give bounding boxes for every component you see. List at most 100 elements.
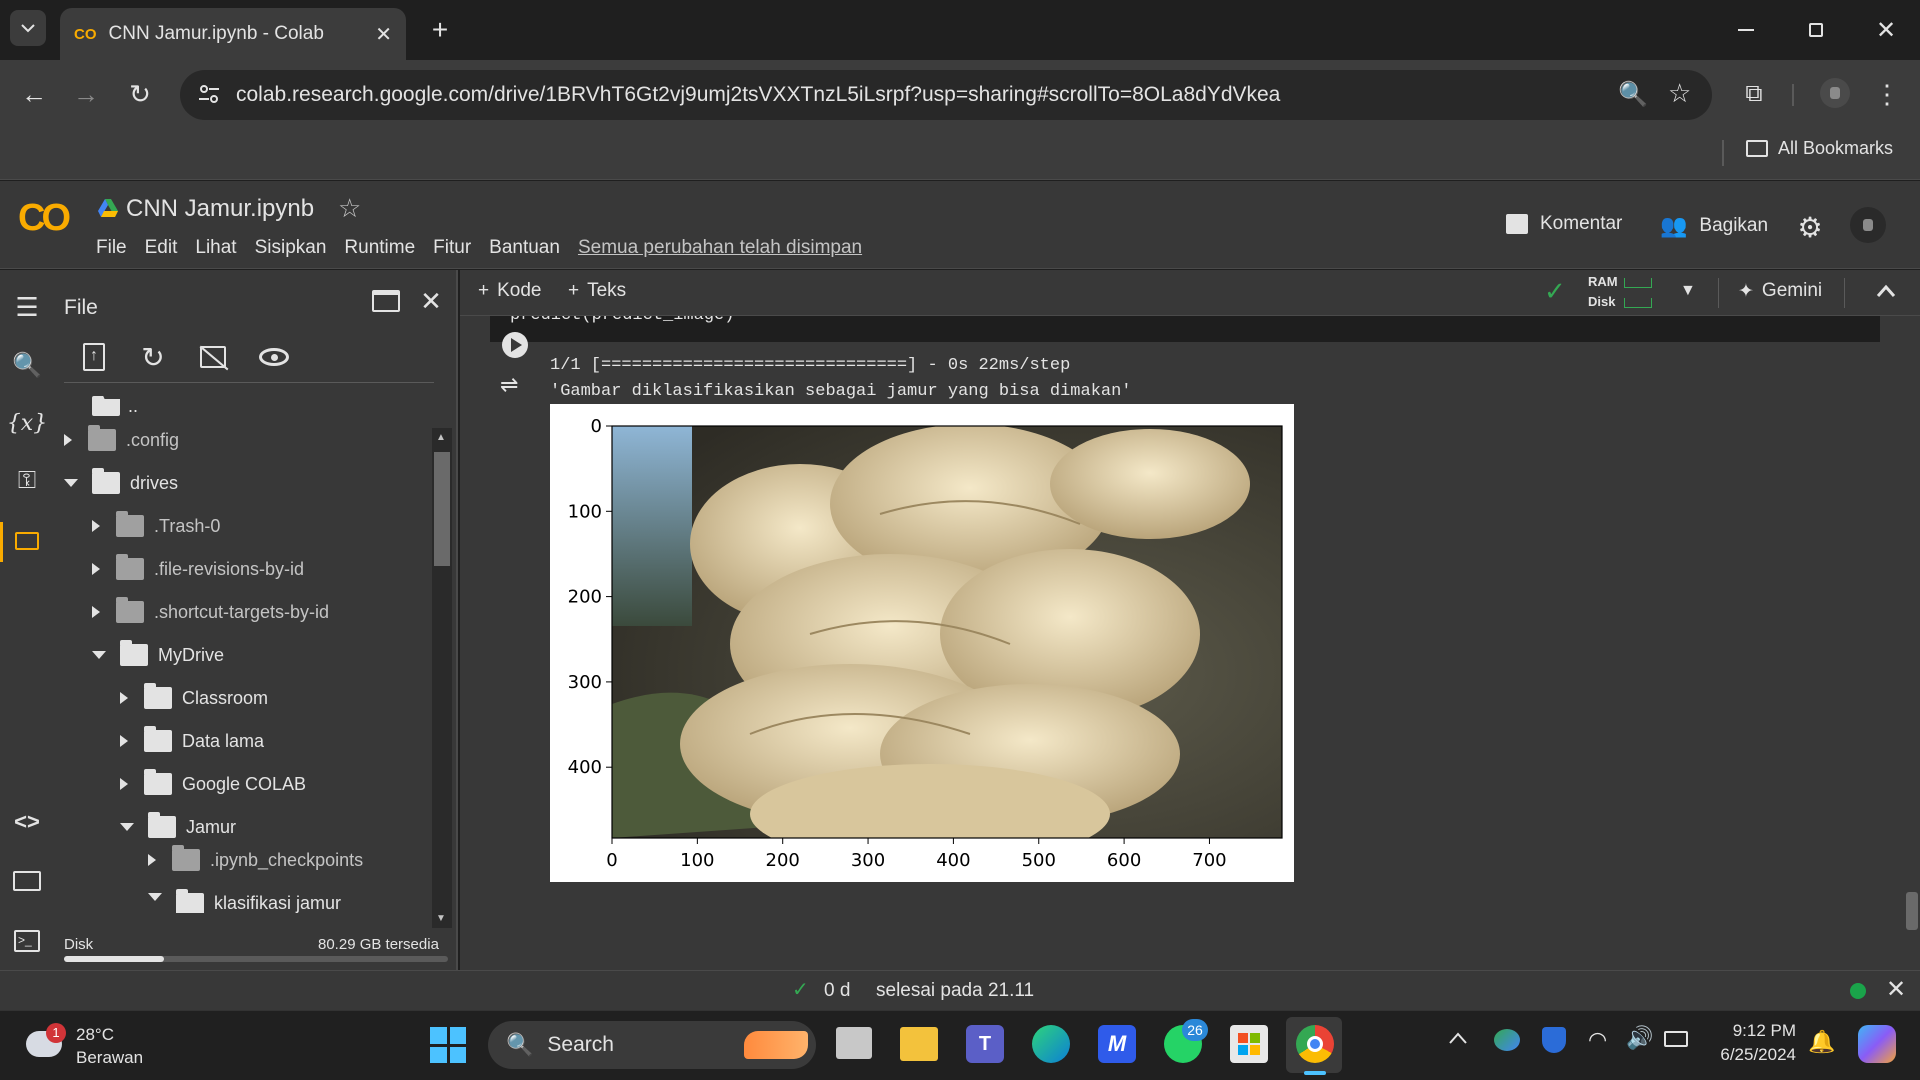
collapse-arrow-icon[interactable] [92,651,106,659]
app-m-icon[interactable]: M [1098,1025,1136,1063]
all-bookmarks-button[interactable]: All Bookmarks [1746,138,1893,159]
gemini-button[interactable]: ✦ Gemini [1738,280,1822,303]
tree-item-shortcut-targets[interactable]: .shortcut-targets-by-id [92,592,329,632]
terminal-icon[interactable]: >_ [10,924,44,958]
menu-runtime[interactable]: Runtime [344,237,415,259]
tree-item-config[interactable]: .config [64,420,179,460]
variables-icon[interactable]: {x} [7,406,47,440]
menu-tools[interactable]: Fitur [433,237,471,259]
comment-button[interactable]: Komentar [1506,213,1622,235]
tree-item-data-lama[interactable]: Data lama [120,721,264,761]
runtime-dropdown-icon[interactable]: ▼ [1680,282,1696,300]
share-button[interactable]: 👥 Bagikan [1660,213,1768,239]
zoom-icon[interactable]: 🔍 [1618,80,1648,109]
secrets-key-icon[interactable]: ⚿ [10,464,44,498]
settings-gear-icon[interactable]: ⚙ [1794,211,1826,243]
tray-app-icon[interactable] [1494,1029,1520,1051]
tab-list-chevron-icon[interactable] [10,10,46,46]
weather-widget[interactable]: 1 28°C Berawan [26,1021,166,1071]
tree-item-jamur[interactable]: Jamur [120,807,236,840]
microsoft-store-icon[interactable] [1230,1025,1268,1063]
task-view-icon[interactable] [836,1027,872,1059]
collapse-arrow-icon[interactable] [120,823,134,831]
expand-arrow-icon[interactable] [92,520,100,532]
tray-security-icon[interactable] [1542,1027,1566,1053]
expand-arrow-icon[interactable] [120,778,128,790]
start-windows-icon[interactable] [430,1027,466,1063]
copilot-icon[interactable] [1858,1025,1896,1063]
panel-close-icon[interactable]: ✕ [416,286,446,316]
menu-view[interactable]: Lihat [195,237,236,259]
expand-arrow-icon[interactable] [120,692,128,704]
site-settings-icon[interactable] [198,84,220,104]
file-explorer-icon[interactable] [900,1027,938,1061]
tab-close-icon[interactable]: ✕ [375,22,392,47]
tray-overflow-chevron-icon[interactable] [1448,1031,1468,1045]
run-cell-button[interactable] [502,332,528,358]
tree-item-ipynb-checkpoints[interactable]: .ipynb_checkpoints [148,840,363,880]
forward-arrow-icon[interactable]: → [66,74,106,114]
tree-item-file-revisions[interactable]: .file-revisions-by-id [92,549,304,589]
menu-insert[interactable]: Sisipkan [255,237,327,259]
status-close-icon[interactable]: ✕ [1886,975,1906,1004]
browser-tab-active[interactable]: CO CNN Jamur.ipynb - Colab ✕ [60,8,406,60]
add-text-button[interactable]: + Teks [568,280,626,302]
clock-date[interactable]: 6/25/2024 [1710,1045,1796,1065]
files-folder-icon[interactable] [10,524,44,558]
scrollbar-thumb[interactable] [434,452,450,566]
collapse-header-chevron-icon[interactable] [1876,284,1896,298]
collapse-arrow-icon[interactable] [148,893,162,901]
output-actions-icon[interactable]: ⇌ [500,372,518,398]
volume-icon[interactable]: 🔊 [1626,1025,1653,1051]
taskbar-search-box[interactable]: 🔍 Search [488,1021,816,1069]
resources-indicator[interactable]: RAM Disk [1588,274,1660,312]
search-icon[interactable]: 🔍 [10,348,44,382]
restore-icon[interactable] [1796,12,1836,48]
teams-icon[interactable]: T [966,1025,1004,1063]
tree-item-trash[interactable]: .Trash-0 [92,506,220,546]
add-code-button[interactable]: + Kode [478,280,541,302]
menu-file[interactable]: File [96,237,127,259]
expand-arrow-icon[interactable] [92,563,100,575]
notification-bell-icon[interactable]: 🔔 [1808,1029,1835,1055]
colab-logo[interactable]: CO [18,197,71,240]
tree-item-classroom[interactable]: Classroom [120,678,268,718]
tree-item-mydrive[interactable]: MyDrive [92,635,224,675]
execution-finished-text[interactable]: selesai pada 21.11 [876,980,1034,1002]
open-in-tab-icon[interactable] [372,290,400,312]
tree-item-google-colab[interactable]: Google COLAB [120,764,306,804]
star-notebook-icon[interactable]: ☆ [338,193,361,224]
tree-item-klasifikasi-jamur[interactable]: klasifikasi jamur [148,883,341,913]
code-snippets-icon[interactable]: <> [10,805,44,839]
wifi-icon[interactable]: ◠ [1588,1027,1607,1053]
refresh-icon[interactable]: ↻ [136,340,170,374]
extensions-icon[interactable]: ⧉ [1736,76,1772,112]
clock-time[interactable]: 9:12 PM [1730,1021,1796,1041]
notebook-title[interactable]: CNN Jamur.ipynb [126,195,314,223]
table-of-contents-icon[interactable]: ☰ [10,290,44,324]
new-tab-icon[interactable]: + [422,12,458,48]
upload-file-icon[interactable]: ↑ [78,340,110,374]
saved-status-link[interactable]: Semua perubahan telah disimpan [578,237,862,259]
reload-icon[interactable]: ↻ [120,74,160,114]
account-avatar[interactable] [1850,207,1886,243]
back-arrow-icon[interactable]: ← [14,74,54,114]
bookmark-star-icon[interactable]: ☆ [1668,78,1691,109]
collapse-arrow-icon[interactable] [64,479,78,487]
file-tree-scrollbar[interactable]: ▲ ▼ [432,428,452,928]
expand-arrow-icon[interactable] [120,735,128,747]
browser-menu-icon[interactable]: ⋮ [1872,76,1902,112]
tree-item-drives[interactable]: drives [64,463,178,503]
profile-avatar[interactable] [1820,78,1850,108]
expand-arrow-icon[interactable] [64,434,72,446]
expand-arrow-icon[interactable] [148,854,156,866]
minimize-icon[interactable] [1726,12,1766,48]
command-palette-icon[interactable] [10,864,44,898]
code-editor[interactable]: predict(predict_image) [490,316,1880,342]
edge-icon[interactable] [1032,1025,1070,1063]
notebook-scroll-marker[interactable] [1906,892,1918,930]
window-close-icon[interactable]: ✕ [1866,12,1906,48]
show-hidden-eye-icon[interactable] [256,340,292,374]
chrome-icon[interactable] [1296,1025,1334,1063]
unmount-drive-icon[interactable] [196,340,230,374]
